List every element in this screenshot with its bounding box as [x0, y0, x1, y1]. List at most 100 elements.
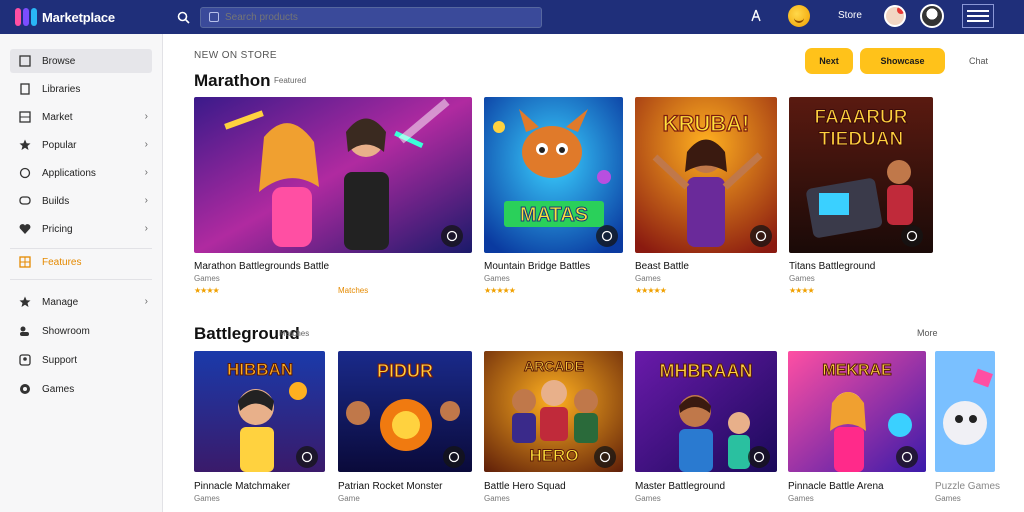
play-icon[interactable]: [750, 225, 772, 247]
card-subtitle: Games: [635, 274, 661, 283]
star-icon: [18, 295, 32, 309]
card-subtitle: Games: [789, 274, 815, 283]
svg-text:TIEDUAN: TIEDUAN: [819, 129, 903, 150]
section-subtitle: Matches: [279, 329, 310, 338]
star-icon: [18, 138, 32, 152]
rating-stars: ★★★★: [194, 286, 220, 295]
card-tag: Matches: [338, 286, 369, 295]
chat-link[interactable]: Chat: [969, 56, 988, 66]
sidebar-item-label: Manage: [42, 296, 79, 308]
card-title: Mountain Bridge Battles: [484, 261, 591, 272]
card-subtitle: Games: [194, 274, 220, 283]
sidebar-item-label: Games: [42, 383, 75, 395]
sidebar-item-label: Support: [42, 354, 78, 366]
section-subtitle: Featured: [274, 76, 307, 85]
play-icon[interactable]: [443, 446, 465, 468]
card-subtitle: Games: [194, 494, 220, 503]
play-icon[interactable]: [901, 225, 923, 247]
sidebar-item-label: Builds: [42, 195, 70, 207]
sidebar-item-label: Browse: [42, 55, 76, 67]
svg-text:KRUBA!: KRUBA!: [663, 111, 750, 136]
card-subtitle: Games: [635, 494, 661, 503]
chevron-right-icon: ›: [144, 139, 148, 150]
store-label[interactable]: Store: [838, 10, 862, 21]
menu-button[interactable]: [962, 4, 994, 28]
play-icon[interactable]: [296, 446, 318, 468]
more-link[interactable]: More: [917, 328, 938, 338]
grid-icon: [18, 110, 32, 124]
profile-avatar[interactable]: [920, 4, 944, 28]
chevron-right-icon: ›: [144, 111, 148, 122]
search-icon[interactable]: [174, 8, 192, 26]
sidebar-item-label: Applications: [42, 167, 96, 179]
brand-name: Marketplace: [42, 9, 115, 25]
play-icon[interactable]: [441, 225, 463, 247]
brand-logo-icon: [14, 6, 38, 28]
user-icon: [18, 353, 32, 367]
sidebar-item-libraries[interactable]: Libraries: [10, 77, 152, 101]
sidebar-item-popular[interactable]: Popular ›: [10, 133, 152, 157]
card-subtitle: Games: [484, 494, 510, 503]
sidebar-item-games[interactable]: Games: [10, 377, 152, 401]
avatar[interactable]: [884, 5, 906, 27]
search-box-icon: [209, 12, 219, 22]
next-button[interactable]: Next: [805, 48, 853, 74]
sidebar-item-label: Popular: [42, 139, 77, 151]
chevron-right-icon: ›: [144, 195, 148, 206]
search-input[interactable]: [225, 11, 505, 23]
coins-icon[interactable]: [788, 5, 810, 27]
svg-text:FAAARUR: FAAARUR: [815, 107, 908, 128]
showcase-button[interactable]: Showcase: [860, 48, 945, 74]
sidebar-item-label: Showroom: [42, 325, 90, 337]
globe-icon: [18, 382, 32, 396]
svg-text:MEKRAE: MEKRAE: [822, 362, 892, 379]
sidebar-item-support[interactable]: Support: [10, 348, 152, 372]
bookmark-icon: [18, 82, 32, 96]
card-title: Battle Hero Squad: [484, 481, 566, 492]
card-subtitle: Games: [788, 494, 814, 503]
sidebar-item-market[interactable]: Market ›: [10, 105, 152, 129]
card-title: Master Battleground: [635, 481, 726, 492]
play-icon[interactable]: [896, 446, 918, 468]
heart-icon: [18, 222, 32, 236]
play-icon[interactable]: [748, 446, 770, 468]
top-bar: Marketplace Store: [0, 0, 1024, 34]
rating-stars: ★★★★★: [484, 286, 516, 295]
notification-dot: [897, 7, 904, 14]
list-icon: [18, 255, 32, 269]
svg-text:PIDUR: PIDUR: [377, 361, 433, 381]
sidebar: Browse Libraries Market › Popular › Appl…: [0, 34, 163, 512]
rating-stars: ★★★★: [789, 286, 815, 295]
card-subtitle: Games: [935, 494, 961, 503]
svg-text:ARCADE: ARCADE: [524, 358, 584, 374]
sidebar-item-showroom[interactable]: Showroom: [10, 319, 152, 343]
sidebar-item-features[interactable]: Features: [10, 250, 152, 274]
square-icon: [18, 54, 32, 68]
brand[interactable]: Marketplace: [14, 6, 164, 28]
chevron-right-icon: ›: [144, 167, 148, 178]
sidebar-item-browse[interactable]: Browse: [10, 49, 152, 73]
sidebar-item-builds[interactable]: Builds ›: [10, 189, 152, 213]
section-title: Marathon: [194, 71, 271, 90]
svg-text:HIBBAN: HIBBAN: [227, 360, 293, 379]
svg-text:MHBRAAN: MHBRAAN: [660, 361, 753, 381]
sidebar-item-label: Features: [42, 256, 82, 268]
card-title: Titans Battleground: [789, 261, 876, 272]
sidebar-item-label: Pricing: [42, 223, 73, 235]
sidebar-item-applications[interactable]: Applications ›: [10, 161, 152, 185]
sidebar-divider: [10, 279, 152, 280]
game-thumbnail: [194, 97, 472, 253]
microphone-icon[interactable]: [749, 8, 763, 24]
search-field[interactable]: [200, 6, 542, 28]
sidebar-item-pricing[interactable]: Pricing ›: [10, 217, 152, 241]
svg-text:HERO: HERO: [529, 446, 578, 465]
sidebar-item-manage[interactable]: Manage ›: [10, 290, 152, 314]
svg-text:MATAS: MATAS: [520, 204, 588, 226]
main-content: NEW ON STORE Marathon Featured Next Show…: [163, 34, 1024, 512]
play-icon[interactable]: [594, 446, 616, 468]
game-thumbnail: [935, 351, 995, 472]
card-title: Pinnacle Matchmaker: [194, 481, 291, 492]
chevron-right-icon: ›: [144, 296, 148, 307]
play-icon[interactable]: [596, 225, 618, 247]
chat-icon: [18, 166, 32, 180]
